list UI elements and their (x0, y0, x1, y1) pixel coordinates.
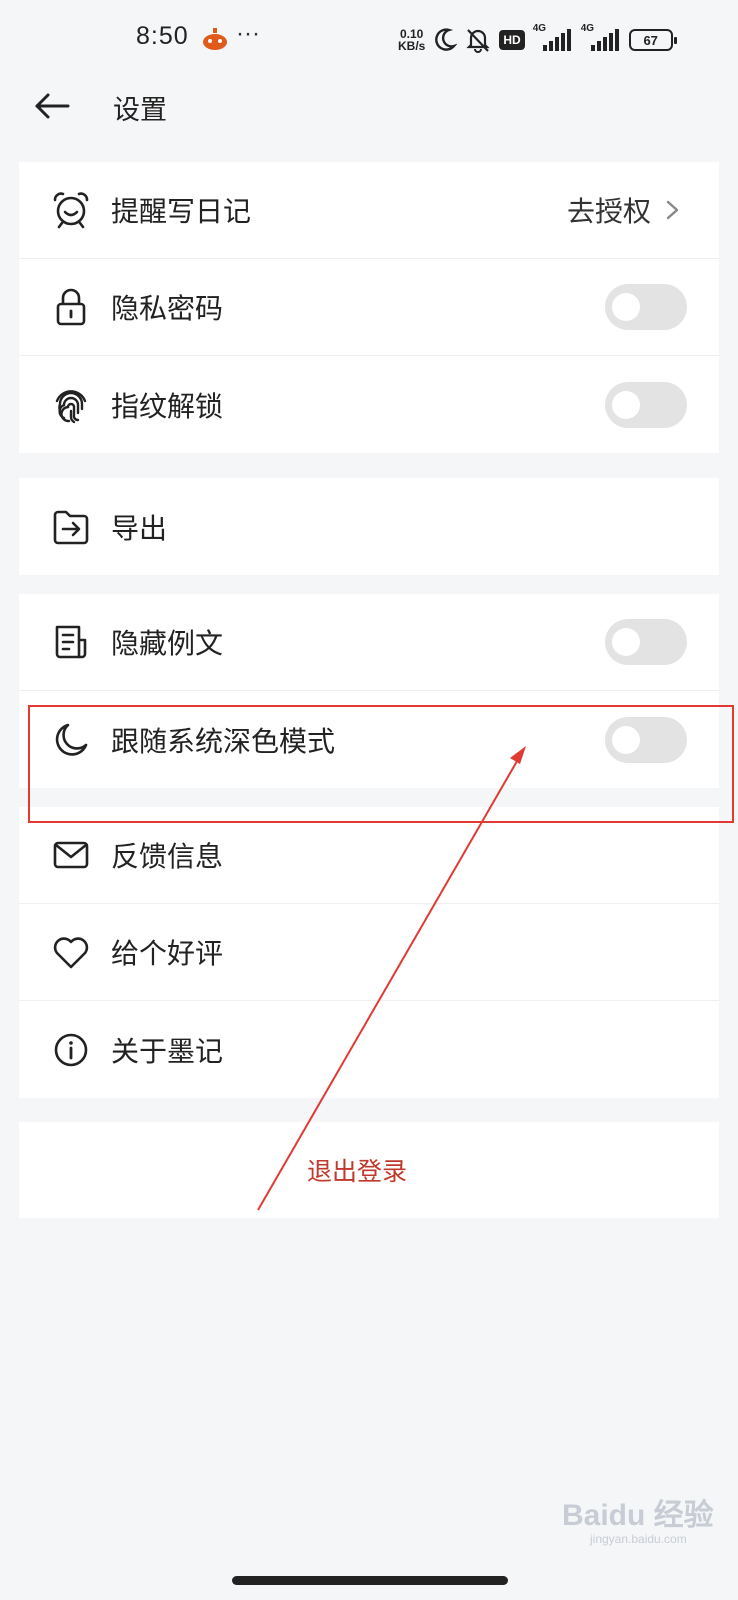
baidu-watermark: Baidu 经验 (562, 1499, 714, 1532)
row-label: 隐藏例文 (111, 627, 224, 660)
lock-icon (56, 288, 86, 326)
network-speed: 0.10 KB/s (398, 28, 425, 52)
row-label: 隐私密码 (111, 292, 224, 325)
mail-icon (53, 841, 89, 869)
row-fingerprint-unlock: 指纹解锁 (19, 356, 719, 453)
authorize-link[interactable]: 去授权 (567, 190, 651, 230)
signal-1-label: 4G (532, 23, 547, 34)
logout-button[interactable]: 退出登录 (19, 1122, 719, 1218)
row-privacy-password: 隐私密码 (19, 259, 719, 356)
row-about[interactable]: 关于墨记 (19, 1001, 719, 1098)
arrow-left-icon[interactable] (32, 86, 72, 126)
fingerprint-unlock-toggle[interactable] (605, 381, 687, 428)
status-icons: 0.10 KB/s HD 4G 4G 67 (398, 23, 677, 55)
status-bar: 8:50 ··· 0.10 KB/s HD 4G 4G 67 (0, 0, 738, 80)
more-notifications-icon: ··· (236, 20, 260, 47)
battery-level: 67 (643, 32, 658, 48)
settings-group-2: 导出 (19, 478, 719, 575)
logout-label: 退出登录 (306, 1157, 407, 1186)
mute-bell-icon (466, 29, 490, 53)
toggle-knob (612, 390, 640, 419)
heart-icon (53, 937, 89, 969)
row-label: 指纹解锁 (111, 389, 224, 423)
signal-2-label: 4G (580, 23, 595, 34)
folder-export-icon (53, 510, 89, 544)
signal-2-icon: 4G (581, 23, 621, 53)
hide-sample-toggle[interactable] (605, 619, 687, 665)
document-icon (55, 625, 87, 659)
home-indicator[interactable] (232, 1576, 508, 1585)
toggle-knob (612, 628, 640, 656)
row-hide-sample-notes: 隐藏例文 (19, 594, 719, 691)
row-label: 关于墨记 (111, 1034, 224, 1068)
row-label: 导出 (111, 511, 168, 545)
settings-group-4: 反馈信息 给个好评 关于墨记 (19, 807, 719, 1098)
hd-badge: HD (499, 30, 525, 50)
network-speed-unit: KB/s (398, 39, 426, 53)
fingerprint-icon (55, 389, 87, 423)
row-diary-reminder[interactable]: 提醒写日记 去授权 (19, 162, 719, 259)
privacy-password-toggle[interactable] (605, 284, 687, 330)
info-icon (54, 1033, 88, 1066)
alarm-clock-icon (53, 192, 89, 229)
signal-1-icon: 4G (533, 23, 573, 53)
moon-status-icon (435, 28, 458, 51)
row-rate-app[interactable]: 给个好评 (19, 904, 719, 1001)
row-label: 反馈信息 (111, 840, 224, 873)
battery-icon: 67 (628, 29, 677, 51)
row-export[interactable]: 导出 (19, 478, 719, 575)
annotation-highlight-box (28, 705, 734, 823)
row-label: 提醒写日记 (111, 195, 252, 228)
chevron-right-icon (666, 200, 679, 220)
toggle-knob (612, 293, 640, 321)
row-label: 给个好评 (111, 937, 224, 970)
page-title: 设置 (113, 95, 167, 126)
header: 设置 (0, 80, 738, 136)
settings-group-1: 提醒写日记 去授权 隐私密码 指纹解锁 (19, 162, 719, 453)
baidu-watermark-url: jingyan.baidu.com (590, 1532, 687, 1546)
app-notification-icon (203, 28, 227, 50)
status-time: 8:50 (136, 22, 189, 50)
